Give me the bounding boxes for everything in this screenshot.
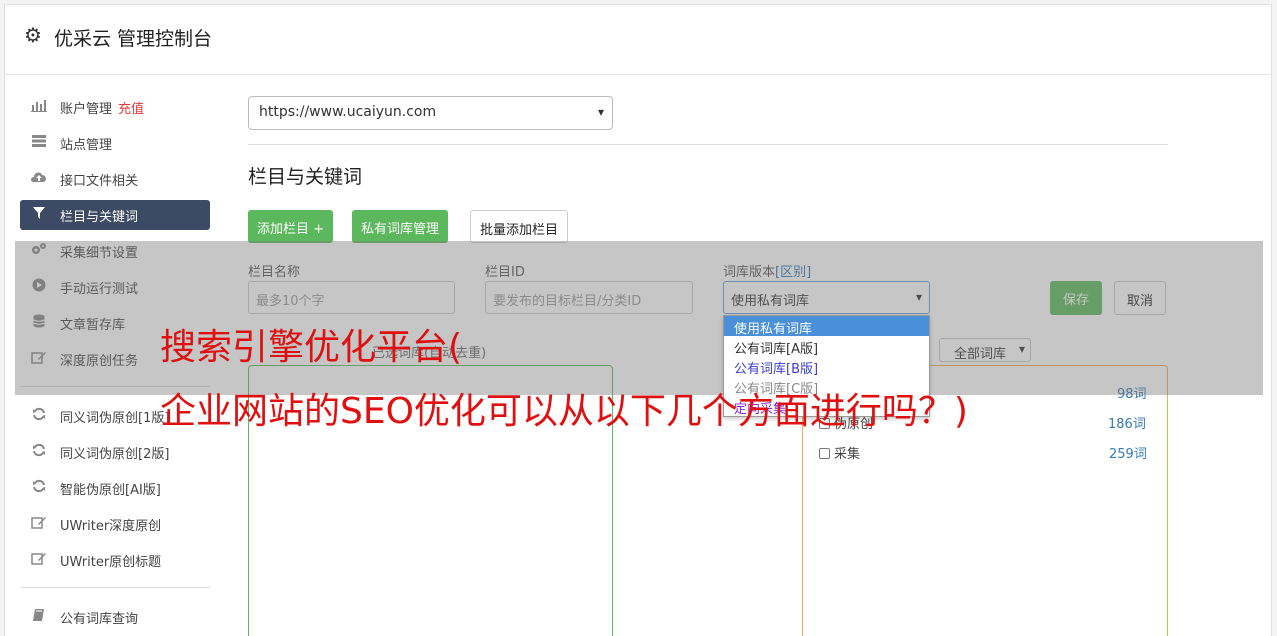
site-select[interactable]: https://www.ucaiyun.com ▾ [248,96,613,130]
library-item-collect[interactable]: 采集 [819,443,860,462]
edit-icon [30,551,48,567]
sidebar-item-label: 账户管理 [60,102,113,117]
book-icon [30,608,48,624]
sidebar-item-label: 栏目与关键词 [60,210,139,225]
sidebar-item-uwriter-title[interactable]: UWriter原创标题 [20,545,210,575]
dropdown-option[interactable]: 使用私有词库 [724,316,929,337]
refresh-icon [30,479,48,495]
watermark-line-1: 搜索引擎优化平台( [160,327,463,368]
recharge-link[interactable]: 充值 [118,102,144,117]
sidebar-item-label: 站点管理 [60,138,113,153]
section-divider [248,144,1168,145]
sidebar-divider [20,587,210,588]
sidebar-item-sites[interactable]: 站点管理 [20,128,210,158]
server-icon [30,134,48,150]
dropdown-option[interactable]: 公有词库[B版] [724,356,929,377]
sidebar-item-columns-keywords[interactable]: 栏目与关键词 [20,200,210,230]
sidebar-item-label: 智能伪原创[AI版] [60,483,161,498]
refresh-icon [30,443,48,459]
sidebar-item-label: 同义词伪原创[2版] [60,447,170,462]
library-count: 186词 [1108,417,1146,432]
sidebar-item-api-files[interactable]: 接口文件相关 [20,164,210,194]
refresh-icon [30,407,48,423]
sidebar-item-uwriter-deep[interactable]: UWriter深度原创 [20,509,210,539]
sidebar-item-synonym-v2[interactable]: 同义词伪原创[2版] [20,437,210,467]
sidebar-item-label: 同义词伪原创[1版] [60,411,170,426]
dropdown-option[interactable]: 公有词库[A版] [724,336,929,357]
site-select-value: https://www.ucaiyun.com [259,104,437,120]
section-title: 栏目与关键词 [248,166,363,188]
checkbox[interactable] [819,448,830,459]
watermark-line-2: 企业网站的SEO优化可以从以下几个方面进行吗？) [160,391,968,432]
private-library-button[interactable]: 私有词库管理 [352,210,449,243]
batch-add-column-button[interactable]: 批量添加栏目 [470,210,569,243]
bar-chart-icon [30,98,48,114]
library-item-label: 采集 [834,447,861,462]
sidebar-item-label: UWriter原创标题 [60,555,162,570]
cloud-upload-icon [30,170,48,186]
library-count: 259词 [1109,447,1147,462]
add-column-button[interactable]: 添加栏目 + [248,210,334,243]
app-header: ⚙ 优采云 管理控制台 [5,5,1271,75]
gear-icon: ⚙ [24,23,42,47]
sidebar-item-label: UWriter深度原创 [60,519,162,534]
sidebar-item-label: 公有词库查询 [60,612,139,627]
app-title: 优采云 管理控制台 [54,28,213,50]
chevron-down-icon: ▾ [597,105,604,119]
sidebar-item-public-lib[interactable]: 公有词库查询 [20,602,210,632]
filter-icon [30,206,48,222]
edit-icon [30,515,48,531]
sidebar-item-label: 接口文件相关 [60,174,139,189]
sidebar-item-ai-rewrite[interactable]: 智能伪原创[AI版] [20,473,210,503]
sidebar-item-account[interactable]: 账户管理 充值 [20,92,210,122]
